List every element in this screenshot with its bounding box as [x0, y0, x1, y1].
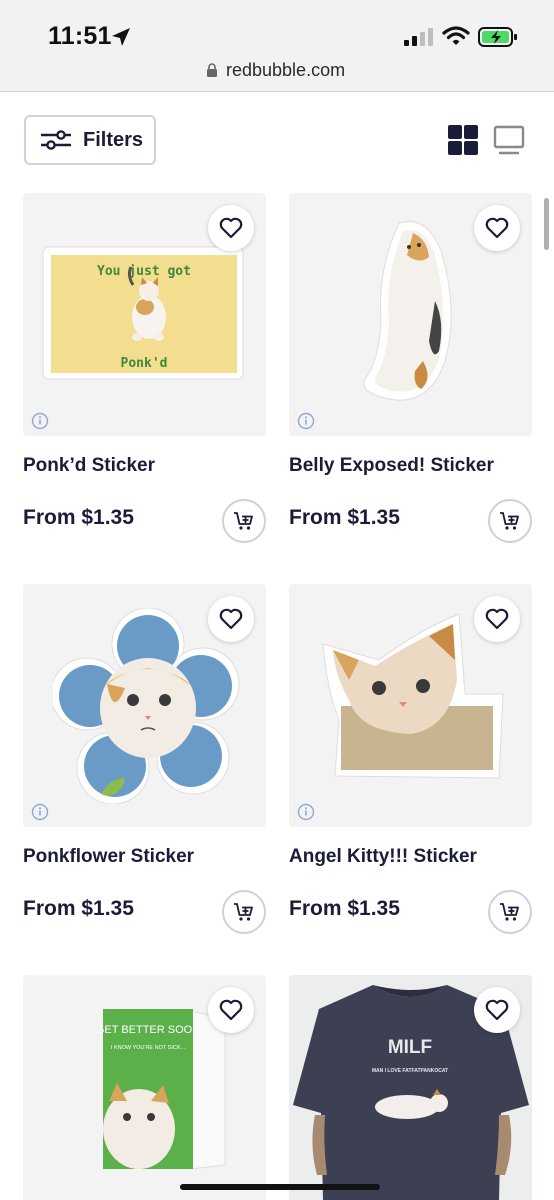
- heart-icon: [485, 999, 509, 1021]
- add-to-cart-icon: [500, 903, 519, 921]
- address-bar[interactable]: redbubble.com: [0, 56, 554, 92]
- shirt-art-headline: MILF: [388, 1037, 432, 1058]
- info-icon[interactable]: [297, 803, 315, 821]
- sticker-artwork: [322, 613, 504, 779]
- add-to-cart-button[interactable]: [222, 890, 266, 934]
- art-text-top: You just got: [97, 264, 191, 279]
- scrollbar[interactable]: [544, 198, 549, 250]
- add-to-cart-icon: [234, 512, 253, 530]
- product-price: From $1.35: [23, 897, 134, 920]
- product-title[interactable]: Ponk’d Sticker: [23, 455, 155, 477]
- heart-icon: [485, 608, 509, 630]
- product-image[interactable]: [23, 584, 266, 827]
- add-to-cart-button[interactable]: [488, 890, 532, 934]
- greeting-card-artwork: GET BETTER SOON I KNOW YOU'RE NOT SICK..…: [99, 1009, 226, 1170]
- favorite-button[interactable]: [208, 596, 254, 642]
- product-price: From $1.35: [289, 897, 400, 920]
- product-title[interactable]: Angel Kitty!!! Sticker: [289, 846, 477, 868]
- heart-icon: [219, 999, 243, 1021]
- grid-view-icon[interactable]: [448, 125, 478, 155]
- home-indicator[interactable]: [180, 1184, 380, 1190]
- wifi-icon: [442, 26, 470, 45]
- info-icon[interactable]: [31, 803, 49, 821]
- add-to-cart-button[interactable]: [222, 499, 266, 543]
- favorite-button[interactable]: [208, 987, 254, 1033]
- product-price: From $1.35: [23, 506, 134, 529]
- card-art-headline: GET BETTER SOON: [99, 1024, 200, 1036]
- add-to-cart-icon: [234, 903, 253, 921]
- info-icon[interactable]: [297, 412, 315, 430]
- product-title[interactable]: Belly Exposed! Sticker: [289, 455, 494, 477]
- status-time: 11:51: [48, 22, 112, 50]
- product-image[interactable]: MILF MAN I LOVE FATFATPANKOCAT: [289, 975, 532, 1200]
- favorite-button[interactable]: [474, 596, 520, 642]
- battery-charging-icon: [478, 27, 517, 47]
- single-view-icon[interactable]: [493, 125, 525, 155]
- product-image[interactable]: [289, 193, 532, 436]
- add-to-cart-icon: [500, 512, 519, 530]
- product-image[interactable]: [289, 584, 532, 827]
- product-title[interactable]: Ponkflower Sticker: [23, 846, 194, 868]
- sliders-icon: [41, 130, 71, 150]
- lock-icon: [207, 63, 217, 77]
- shirt-art-subtext: MAN I LOVE FATFATPANKOCAT: [372, 1068, 448, 1074]
- heart-icon: [219, 608, 243, 630]
- url-text: redbubble.com: [226, 60, 346, 80]
- status-bar: 11:51: [0, 0, 554, 56]
- sticker-artwork: You just got Ponk'd: [42, 246, 244, 380]
- info-icon[interactable]: [31, 412, 49, 430]
- favorite-button[interactable]: [474, 987, 520, 1033]
- sticker-artwork: [363, 221, 452, 401]
- product-image[interactable]: GET BETTER SOON I KNOW YOU'RE NOT SICK..…: [23, 975, 266, 1200]
- add-to-cart-button[interactable]: [488, 499, 532, 543]
- favorite-button[interactable]: [208, 205, 254, 251]
- cellular-signal-icon: [404, 28, 433, 46]
- favorite-button[interactable]: [474, 205, 520, 251]
- art-text-bottom: Ponk'd: [121, 356, 168, 371]
- filters-button[interactable]: Filters: [24, 115, 156, 165]
- filters-label: Filters: [83, 129, 144, 151]
- card-art-subtext: I KNOW YOU'RE NOT SICK...: [111, 1045, 186, 1051]
- heart-icon: [485, 217, 509, 239]
- location-arrow-icon: [112, 28, 130, 46]
- sticker-artwork: [53, 608, 240, 804]
- heart-icon: [219, 217, 243, 239]
- product-price: From $1.35: [289, 506, 400, 529]
- product-image[interactable]: You just got Ponk'd: [23, 193, 266, 436]
